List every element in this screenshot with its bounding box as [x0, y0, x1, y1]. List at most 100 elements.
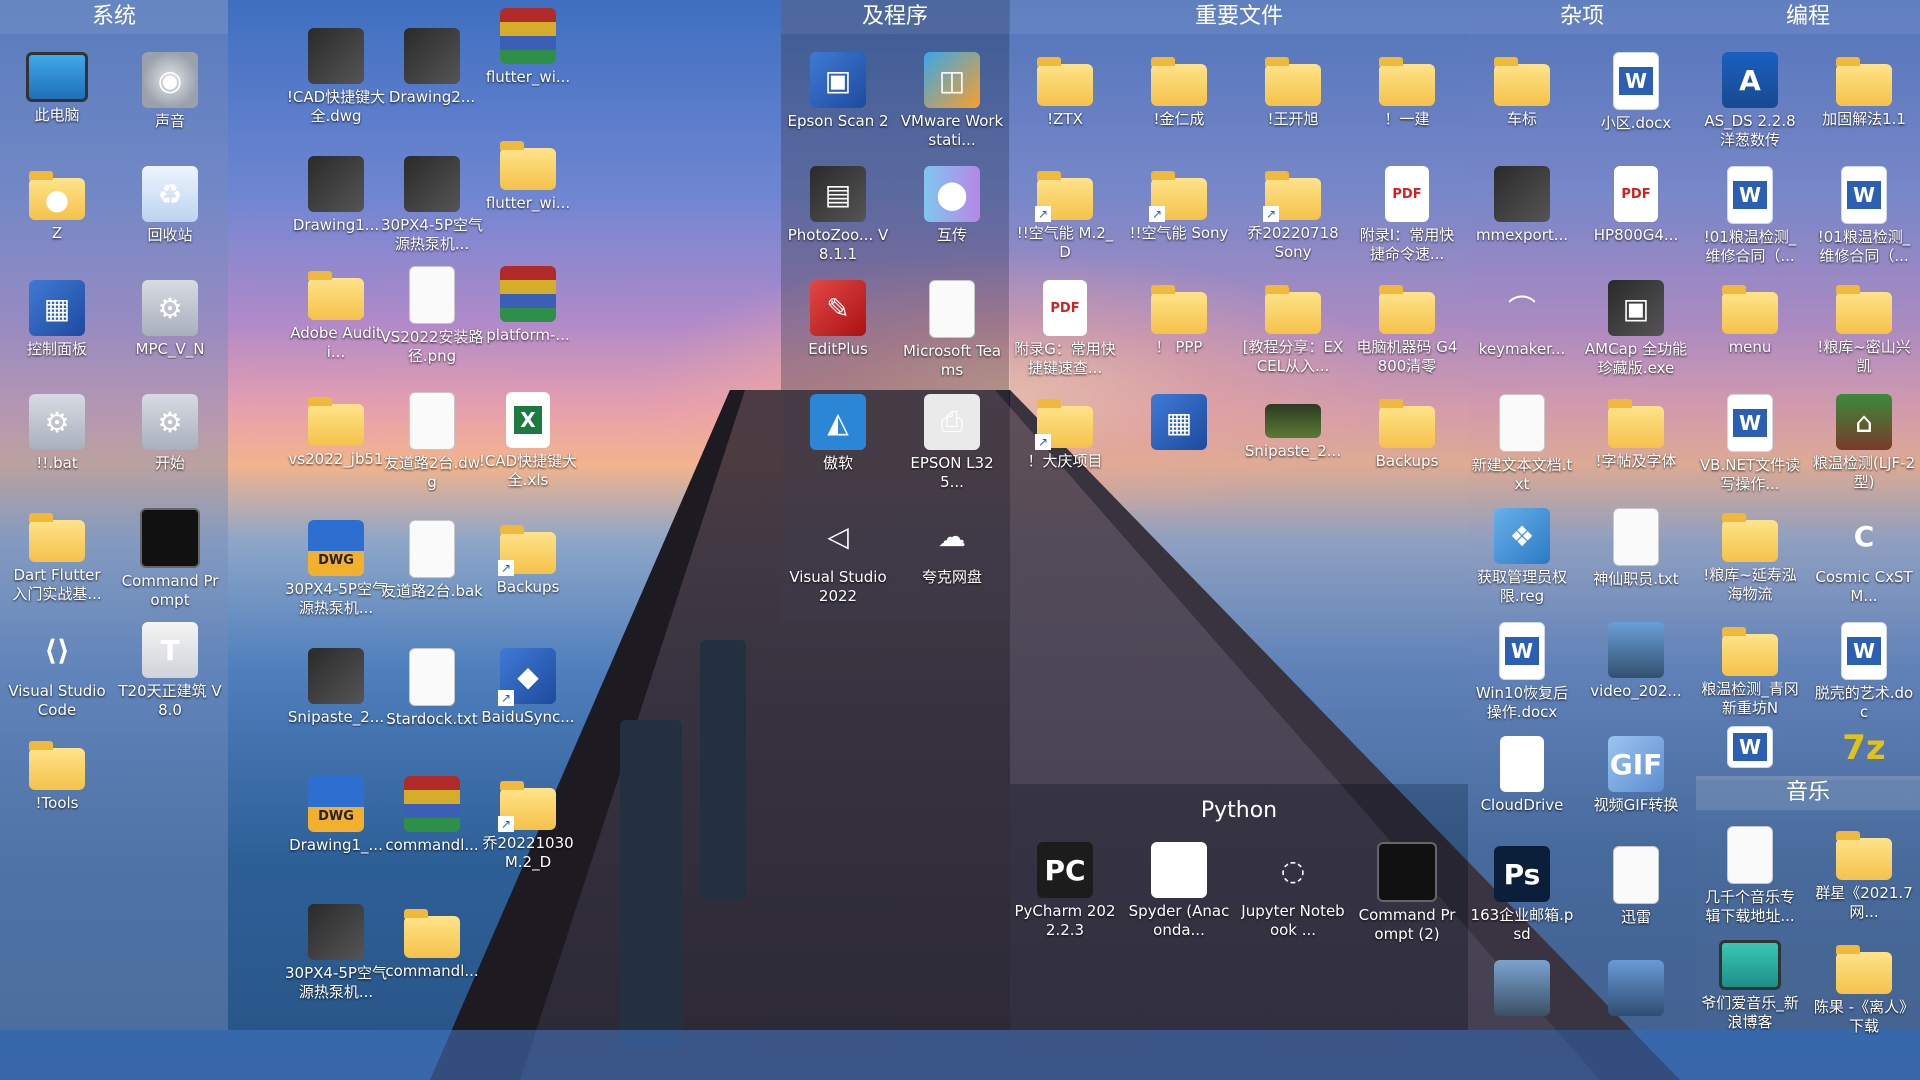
desktop-icon[interactable]: !字帖及字体 — [1584, 394, 1688, 471]
desktop-icon[interactable]: T T20天正建筑 V8.0 — [118, 622, 222, 720]
desktop-icon[interactable]: ⚙ MPC_V_N — [118, 280, 222, 359]
desktop-icon[interactable]: !Tools — [5, 736, 109, 813]
desktop-icon[interactable] — [1470, 960, 1574, 1020]
desktop-icon[interactable]: 30PX4-5P空气源热泵机... — [380, 156, 484, 254]
desktop-icon[interactable]: platform-... — [476, 266, 580, 345]
desktop-icon[interactable]: Stardock.txt — [380, 648, 484, 729]
desktop-icon[interactable]: flutter_wi... — [476, 136, 580, 213]
desktop-icon[interactable]: ◭ 傲软 — [786, 394, 890, 473]
desktop-icon[interactable]: ⌂ 粮温检测(LJF-2型) — [1812, 394, 1916, 492]
desktop-icon[interactable]: Backups — [1355, 394, 1459, 471]
desktop-icon[interactable]: GIF 视频GIF转换 — [1584, 736, 1688, 815]
desktop-icon[interactable]: 陈果 -《离人》下载 — [1812, 940, 1916, 1036]
desktop-icon[interactable]: !ZTX — [1013, 52, 1117, 129]
desktop-icon[interactable]: !!空气能 Sony — [1127, 166, 1231, 243]
desktop-icon[interactable]: ❖ 获取管理员权限.reg — [1470, 508, 1574, 606]
desktop-icon[interactable]: W !01粮温检测_维修合同（... — [1698, 166, 1802, 266]
desktop-icon[interactable]: 友道路2台.dwg — [380, 392, 484, 492]
desktop-icon[interactable]: ⎙ EPSON L325... — [900, 394, 1004, 492]
desktop-icon[interactable]: !粮库~密山兴凯 — [1812, 280, 1916, 376]
desktop-icon[interactable]: ▣ AMCap 全功能珍藏版.exe — [1584, 280, 1688, 378]
desktop-icon[interactable]: !金仁成 — [1127, 52, 1231, 129]
desktop-icon[interactable]: ！一建 — [1355, 52, 1459, 129]
desktop-icon[interactable]: Adobe Auditi... — [284, 266, 388, 362]
desktop-icon[interactable]: Dart Flutter 入门实战基... — [5, 508, 109, 604]
desktop-icon[interactable]: ！大庆项目 — [1013, 394, 1117, 471]
desktop-icon[interactable]: Backups — [476, 520, 580, 597]
desktop-icon[interactable]: commandl... — [380, 904, 484, 981]
desktop-icon[interactable]: video_202... — [1584, 622, 1688, 701]
desktop-icon[interactable]: 加固解法1.1 — [1812, 52, 1916, 129]
desktop-icon[interactable]: PC PyCharm 2022.2.3 — [1013, 842, 1117, 940]
desktop-icon[interactable]: 粮温检测_青冈新重坊N — [1698, 622, 1802, 718]
desktop-icon[interactable]: W 脱壳的艺术.doc — [1812, 622, 1916, 722]
desktop-icon[interactable]: Command Prompt (2) — [1355, 842, 1459, 944]
desktop-icon[interactable]: 乔20221030 M.2_D — [476, 776, 580, 872]
desktop-icon[interactable]: menu — [1698, 280, 1802, 357]
desktop-icon[interactable]: A AS_DS 2.2.8 洋葱数传 — [1698, 52, 1802, 150]
desktop-icon[interactable]: ▦ 控制面板 — [5, 280, 109, 359]
desktop-icon[interactable]: flutter_wi... — [476, 8, 580, 87]
desktop-icon[interactable]: ⬤ 互传 — [900, 166, 1004, 245]
desktop-icon[interactable]: W Win10恢复后操作.docx — [1470, 622, 1574, 722]
desktop-icon[interactable]: ⚙ !!.bat — [5, 394, 109, 473]
desktop-icon[interactable]: PDF 附录G：常用快捷键速查... — [1013, 280, 1117, 378]
desktop-icon[interactable]: mmexport... — [1470, 166, 1574, 245]
desktop-icon[interactable]: ◌ Jupyter Notebook ... — [1241, 842, 1345, 940]
desktop-icon[interactable]: VS2022安装路径.png — [380, 266, 484, 366]
desktop-icon[interactable]: 群星《2021.7网... — [1812, 826, 1916, 922]
desktop-icon[interactable]: vs2022_jb51 — [284, 392, 388, 469]
desktop-icon[interactable]: ⚙ 开始 — [118, 394, 222, 473]
desktop-icon[interactable]: 几千个音乐专辑下载地址... — [1698, 826, 1802, 926]
desktop-icon[interactable]: W !01粮温检测_维修合同（... — [1812, 166, 1916, 266]
desktop-icon[interactable]: ◫ VMware Workstati... — [900, 52, 1004, 150]
desktop-icon[interactable]: e CloudDrive — [1470, 736, 1574, 815]
desktop-icon[interactable]: Microsoft Teams — [900, 280, 1004, 380]
desktop-icon[interactable]: ⌒ keymaker... — [1470, 280, 1574, 359]
desktop-icon[interactable]: 此电脑 — [5, 52, 109, 125]
desktop-icon[interactable]: Ps 163企业邮箱.psd — [1470, 846, 1574, 944]
desktop-icon[interactable]: ▣ Epson Scan 2 — [786, 52, 890, 131]
desktop-icon[interactable]: PDF HP800G4... — [1584, 166, 1688, 245]
desktop-icon[interactable]: ◆ BaiduSync... — [476, 648, 580, 727]
desktop-icon[interactable] — [1584, 960, 1688, 1020]
desktop-icon[interactable]: W VB.NET文件读写操作... — [1698, 394, 1802, 494]
desktop-icon[interactable]: Snipaste_2... — [1241, 394, 1345, 461]
desktop-icon[interactable]: ✎ EditPlus — [786, 280, 890, 359]
desktop-icon[interactable]: 7z — [1812, 726, 1916, 774]
desktop-icon[interactable]: ▦ — [1127, 394, 1231, 454]
desktop-icon[interactable]: ◁ Visual Studio 2022 — [786, 508, 890, 606]
desktop-icon[interactable]: 神仙职员.txt — [1584, 508, 1688, 589]
desktop-icon[interactable]: C Cosmic CxSTM... — [1812, 508, 1916, 606]
desktop-icon[interactable]: W — [1698, 726, 1802, 772]
desktop-icon[interactable]: 爷们爱音乐_新浪博客 — [1698, 940, 1802, 1032]
desktop-icon[interactable]: 车标 — [1470, 52, 1574, 129]
desktop-icon[interactable]: DWG Drawing1_... — [284, 776, 388, 855]
desktop-icon[interactable]: !王开旭 — [1241, 52, 1345, 129]
desktop-icon[interactable]: ！ PPP — [1127, 280, 1231, 357]
desktop-icon[interactable]: Drawing2... — [380, 28, 484, 107]
desktop-icon[interactable]: Drawing1... — [284, 156, 388, 235]
desktop-icon[interactable]: !!空气能 M.2_D — [1013, 166, 1117, 262]
desktop-icon[interactable]: 30PX4-5P空气源热泵机... — [284, 904, 388, 1002]
desktop-icon[interactable]: ◉ 声音 — [118, 52, 222, 131]
desktop-icon[interactable]: S Spyder (Anaconda... — [1127, 842, 1231, 940]
desktop-icon[interactable]: PDF 附录I：常用快捷命令速... — [1355, 166, 1459, 264]
desktop-icon[interactable]: Command Prompt — [118, 508, 222, 610]
desktop-icon[interactable]: 乔20220718 Sony — [1241, 166, 1345, 262]
desktop-icon[interactable]: 友道路2台.bak — [380, 520, 484, 601]
desktop-icon[interactable]: X !CAD快捷键大全.xls — [476, 392, 580, 490]
desktop-icon[interactable]: ♻ 回收站 — [118, 166, 222, 245]
desktop-icon[interactable]: W 小区.docx — [1584, 52, 1688, 133]
desktop-icon[interactable]: [教程分享：EXCEL从入... — [1241, 280, 1345, 376]
desktop-icon[interactable]: ▤ PhotoZoo... V8.1.1 — [786, 166, 890, 264]
desktop-icon[interactable]: ☁ 夸克网盘 — [900, 508, 1004, 587]
desktop-icon[interactable]: DWG 30PX4-5P空气源热泵机... — [284, 520, 388, 618]
desktop-icon[interactable]: !粮库~延寿泓海物流 — [1698, 508, 1802, 604]
desktop-icon[interactable]: !CAD快捷键大全.dwg — [284, 28, 388, 126]
desktop-icon[interactable]: 迅雷 — [1584, 846, 1688, 927]
desktop-icon[interactable]: commandl... — [380, 776, 484, 855]
desktop-icon[interactable]: 电脑机器码 G4800清零 — [1355, 280, 1459, 376]
desktop-icon[interactable]: ● Z — [5, 166, 109, 243]
desktop-icon[interactable]: 新建文本文档.txt — [1470, 394, 1574, 494]
